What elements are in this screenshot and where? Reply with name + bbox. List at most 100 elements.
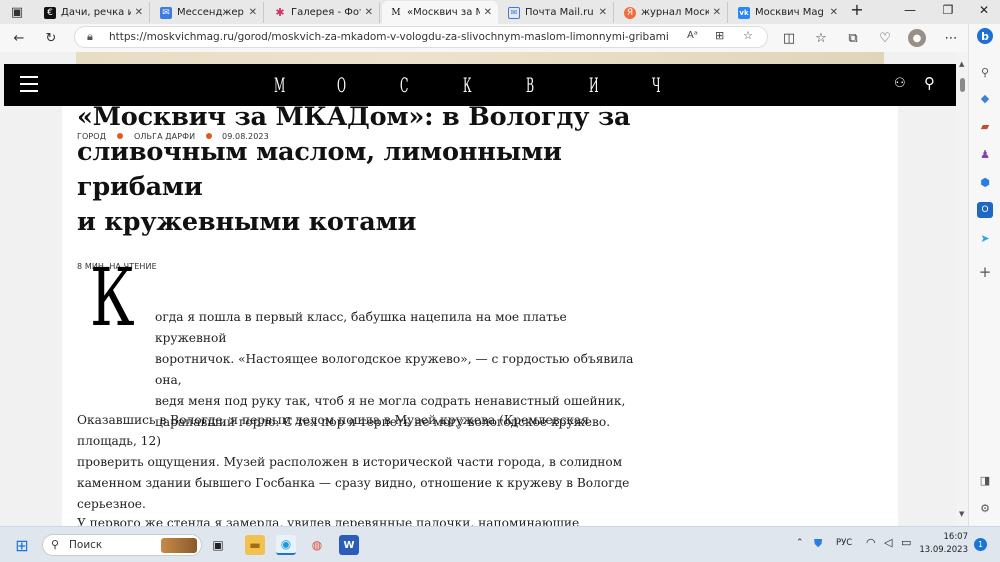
settings-gear-icon[interactable]: ⚙	[977, 500, 993, 516]
tab-label: Дачи, речка и Со	[61, 7, 131, 18]
paragraph-line: проверить ощущения. Музей расположен в и…	[77, 455, 623, 469]
sidebar-toggle-icon[interactable]: ◨	[977, 472, 993, 488]
refresh-icon[interactable]: ↻	[42, 29, 60, 47]
windows-taskbar: ⊞ ⚲ Поиск ▣ ▤ ▬ ◉ ◍ W ⌃ ⛊ РУС ◠ ◁ ▭ 16:0…	[0, 526, 1000, 562]
url-text: https://moskvichmag.ru/gorod/moskvich-za…	[109, 31, 669, 43]
new-tab-icon[interactable]: +	[847, 0, 867, 19]
games-icon[interactable]: ♟	[977, 146, 993, 162]
security-shield-icon[interactable]: ⛊	[814, 537, 822, 551]
title-line: и кружевными котами	[77, 207, 417, 237]
scroll-down-icon[interactable]: ▼	[959, 510, 964, 518]
more-options-icon[interactable]: ⋯	[942, 29, 960, 47]
tab-moskvich-active[interactable]: М «Москвич за МК ✕	[382, 1, 498, 24]
split-screen-icon[interactable]: ◫	[780, 29, 798, 47]
profile-avatar[interactable]: ●	[908, 29, 926, 47]
paragraph-3: У первого же стенда я замерла, увидев де…	[77, 513, 637, 526]
close-icon[interactable]: ✕	[365, 7, 373, 18]
window-close-icon[interactable]: ✕	[974, 3, 994, 17]
clock-date[interactable]: 13.09.2023	[918, 545, 968, 555]
search-icon[interactable]: ⚲	[977, 64, 993, 80]
tab-favicon-icon: €	[44, 6, 56, 19]
site-logo[interactable]: МОСКВИЧ	[274, 72, 664, 98]
tab-label: Мессенджер	[177, 7, 244, 18]
minimize-icon[interactable]: —	[900, 3, 920, 17]
add-sidebar-app-icon[interactable]: +	[977, 263, 993, 281]
battery-icon[interactable]: ▭	[901, 536, 911, 549]
outlook-icon[interactable]: O	[977, 202, 993, 218]
tab-gallery[interactable]: ✱ Галерея - Фотогр ✕	[266, 2, 380, 23]
logo-letter: К	[463, 73, 472, 97]
favorites-star-icon[interactable]: ☆	[812, 29, 830, 47]
search-icon[interactable]: ⚲	[924, 74, 935, 92]
shopping-tag-icon[interactable]: ◆	[977, 90, 993, 106]
tab-dachi[interactable]: € Дачи, речка и Со ✕	[36, 2, 150, 23]
wifi-icon[interactable]: ◠	[866, 536, 876, 549]
edge-sidebar: b ⚲ ◆ ▰ ♟ ⬢ O ➤ + ◨ ⚙	[968, 24, 1000, 526]
favorite-add-icon[interactable]: ☆	[743, 29, 753, 42]
lock-icon: 🔒︎	[87, 30, 93, 43]
tray-chevron-icon[interactable]: ⌃	[796, 538, 804, 548]
browser-essentials-icon[interactable]: ♡	[876, 29, 894, 47]
volume-icon[interactable]: ◁	[884, 536, 892, 549]
paragraph-line: каменном здании бывшего Госбанка — сразу…	[77, 476, 630, 490]
edge-browser-icon[interactable]: ◉	[276, 535, 296, 555]
app-available-icon[interactable]: ⊞	[715, 29, 724, 42]
tab-strip: ▣ € Дачи, речка и Со ✕ ✉ Мессенджер ✕ ✱ …	[0, 0, 1000, 24]
clock-time[interactable]: 16:07	[928, 532, 969, 542]
vk-icon: vk	[738, 6, 750, 19]
send-telegram-icon[interactable]: ➤	[977, 230, 993, 246]
tab-label: журнал Москвич	[641, 7, 709, 18]
tab-label: Москвич Mag	[755, 7, 824, 18]
title-line: сливочным маслом, лимонными грибами	[77, 137, 562, 202]
notification-badge[interactable]: 1	[974, 538, 987, 551]
read-aloud-icon[interactable]: Aᵃ	[687, 30, 698, 41]
close-icon[interactable]: ✕	[249, 7, 257, 18]
close-icon[interactable]: ✕	[830, 7, 838, 18]
close-icon[interactable]: ✕	[713, 7, 721, 18]
paragraph-2: Оказавшись в Вологде, я первым делом пош…	[77, 410, 637, 515]
messenger-icon: ✉	[160, 6, 172, 19]
logo-letter: В	[526, 73, 535, 97]
windows-start-icon[interactable]: ⊞	[12, 535, 32, 555]
logo-letter: М	[274, 73, 286, 97]
maximize-icon[interactable]: ❐	[938, 3, 958, 17]
collections-icon[interactable]: ⧉	[844, 29, 862, 47]
logo-letter: О	[337, 73, 347, 97]
paragraph-line: У первого же стенда я замерла, увидев де…	[77, 516, 580, 526]
bing-copilot-icon[interactable]: b	[977, 28, 993, 44]
hero-image-strip	[76, 52, 884, 64]
close-icon[interactable]: ✕	[135, 7, 143, 18]
tab-actions-icon[interactable]: ▣	[8, 3, 26, 21]
task-view-icon[interactable]: ▣	[208, 535, 228, 555]
hamburger-menu-icon[interactable]	[20, 76, 38, 92]
gallery-icon: ✱	[275, 6, 285, 19]
close-icon[interactable]: ✕	[484, 7, 492, 18]
scroll-up-icon[interactable]: ▲	[959, 60, 964, 68]
tab-messenger[interactable]: ✉ Мессенджер ✕	[152, 2, 264, 23]
microsoft-365-icon[interactable]: ⬢	[977, 174, 993, 190]
tab-label: Почта Mail.ru	[525, 7, 594, 18]
mail-icon: ✉	[508, 6, 520, 19]
logo-letter: С	[400, 73, 409, 97]
word-icon[interactable]: W	[339, 535, 359, 555]
scroll-thumb[interactable]	[960, 78, 965, 92]
tab-vk[interactable]: vk Москвич Mag ✕	[730, 2, 844, 23]
input-language[interactable]: РУС	[836, 538, 852, 548]
page-scrollbar[interactable]: ▲ ▼	[956, 52, 968, 526]
chrome-icon[interactable]: ◍	[307, 535, 327, 555]
tab-label: «Москвич за МК	[407, 7, 480, 18]
tools-briefcase-icon[interactable]: ▰	[977, 118, 993, 134]
close-icon[interactable]: ✕	[599, 7, 607, 18]
article-title: «Москвич за МКАДом»: в Вологду за сливоч…	[77, 100, 637, 240]
file-explorer-icon[interactable]: ▬	[245, 535, 265, 555]
paragraph-line: серьезное.	[77, 497, 146, 511]
paragraph-line: воротничок. «Настоящее вологодское круже…	[155, 352, 634, 387]
back-icon[interactable]: ←	[10, 29, 28, 47]
taskbar-search-box[interactable]: ⚲ Поиск	[42, 534, 202, 556]
tab-mail[interactable]: ✉ Почта Mail.ru ✕	[500, 2, 614, 23]
tab-yandex[interactable]: Я журнал Москвич ✕	[616, 2, 728, 23]
user-icon[interactable]: ⚇	[894, 76, 906, 91]
paragraph-line: ведя меня под руку так, чтоб я не могла …	[155, 394, 626, 408]
address-bar[interactable]: 🔒︎ https://moskvichmag.ru/gorod/moskvich…	[74, 26, 768, 48]
taskbar-search-placeholder: Поиск	[69, 539, 103, 551]
